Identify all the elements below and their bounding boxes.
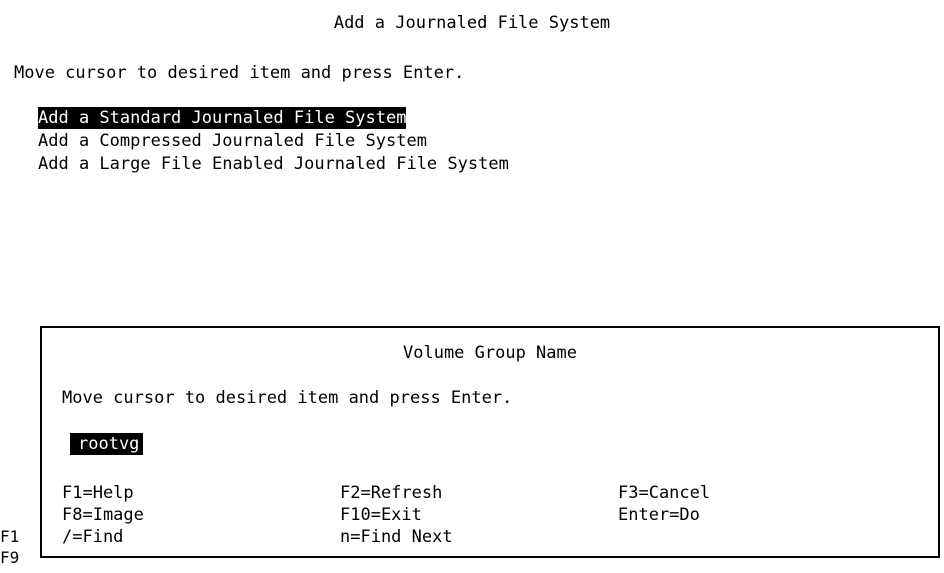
function-key-help[interactable]: F1=Help (62, 482, 134, 504)
popup-instruction: Move cursor to desired item and press En… (62, 388, 513, 408)
function-key-refresh[interactable]: F2=Refresh (340, 482, 442, 504)
menu-item-standard-jfs[interactable]: Add a Standard Journaled File System (38, 107, 407, 129)
function-key-find-next[interactable]: n=Find Next (340, 526, 453, 548)
function-key-enter[interactable]: Enter=Do (618, 504, 700, 526)
popup-item-rootvg[interactable]: rootvg (70, 433, 144, 455)
screen-instruction: Move cursor to desired item and press En… (14, 63, 465, 83)
function-key-exit[interactable]: F10=Exit (340, 504, 422, 526)
screen-title: Add a Journaled File System (333, 13, 611, 33)
menu-item-compressed-jfs[interactable]: Add a Compressed Journaled File System (38, 130, 427, 152)
function-key-image[interactable]: F8=Image (62, 504, 144, 526)
popup-title: Volume Group Name (403, 343, 577, 363)
function-key-cancel[interactable]: F3=Cancel (618, 482, 710, 504)
partial-function-key-f9: F9 (0, 548, 20, 567)
volume-group-popup: Volume Group Name Move cursor to desired… (40, 326, 940, 558)
partial-function-key-f1: F1 (0, 527, 20, 546)
function-key-find[interactable]: /=Find (62, 526, 123, 548)
menu-item-large-file-jfs[interactable]: Add a Large File Enabled Journaled File … (38, 153, 509, 175)
